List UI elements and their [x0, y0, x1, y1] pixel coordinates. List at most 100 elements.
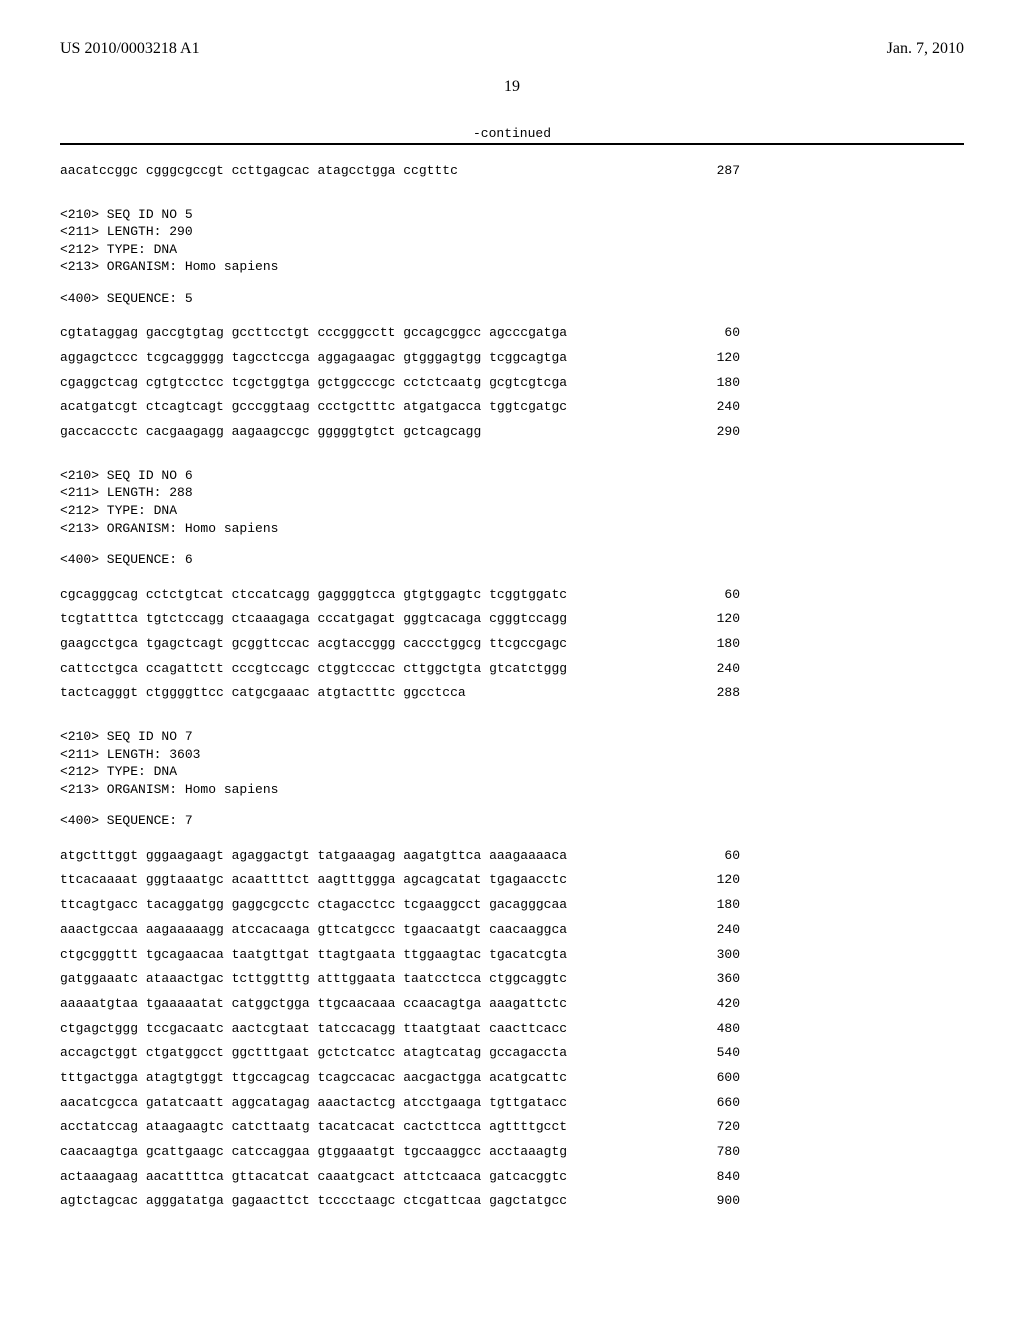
- sequence-text: gaagcctgca tgagctcagt gcggttccac acgtacc…: [60, 632, 567, 657]
- sequence-text: acatgatcgt ctcagtcagt gcccggtaag ccctgct…: [60, 395, 567, 420]
- sequence-header-line: <213> ORGANISM: Homo sapiens: [60, 781, 964, 799]
- sequence-position: 120: [687, 346, 740, 371]
- sequence-position: 120: [687, 607, 740, 632]
- sequence-position: 540: [687, 1041, 740, 1066]
- sequence-text: tactcagggt ctggggttcc catgcgaaac atgtact…: [60, 681, 466, 706]
- sequence-position: 240: [687, 918, 740, 943]
- sequence-text: ctgcgggttt tgcagaacaa taatgttgat ttagtga…: [60, 943, 567, 968]
- sequence-header-line: <212> TYPE: DNA: [60, 502, 964, 520]
- sequence-listing: aacatccggc cgggcgccgt ccttgagcac atagcct…: [60, 159, 964, 1214]
- sequence-position: 180: [687, 371, 740, 396]
- sequence-line: ttcagtgacc tacaggatgg gaggcgcctc ctagacc…: [60, 893, 740, 918]
- sequence-text: cgaggctcag cgtgtcctcc tcgctggtga gctggcc…: [60, 371, 567, 396]
- sequence-position: 240: [687, 395, 740, 420]
- sequence-text: ttcacaaaat gggtaaatgc acaattttct aagtttg…: [60, 868, 567, 893]
- sequence-text: cgtataggag gaccgtgtag gccttcctgt cccgggc…: [60, 321, 567, 346]
- sequence-position: 290: [687, 420, 740, 445]
- sequence-line: ttcacaaaat gggtaaatgc acaattttct aagtttg…: [60, 868, 740, 893]
- sequence-line: atgctttggt gggaagaagt agaggactgt tatgaaa…: [60, 844, 740, 869]
- sequence-position: 288: [687, 681, 740, 706]
- sequence-header-block: <400> SEQUENCE: 7: [60, 812, 964, 830]
- sequence-text: aggagctccc tcgcaggggg tagcctccga aggagaa…: [60, 346, 567, 371]
- sequence-header-line: <213> ORGANISM: Homo sapiens: [60, 520, 964, 538]
- sequence-line: ctgcgggttt tgcagaacaa taatgttgat ttagtga…: [60, 943, 740, 968]
- sequence-text: atgctttggt gggaagaagt agaggactgt tatgaaa…: [60, 844, 567, 869]
- sequence-block: cgcagggcag cctctgtcat ctccatcagg gaggggt…: [60, 583, 964, 706]
- sequence-line: aacatcgcca gatatcaatt aggcatagag aaactac…: [60, 1091, 740, 1116]
- sequence-text: agtctagcac agggatatga gagaacttct tccccta…: [60, 1189, 567, 1214]
- sequence-position: 120: [687, 868, 740, 893]
- sequence-line: agtctagcac agggatatga gagaacttct tccccta…: [60, 1189, 740, 1214]
- publication-number: US 2010/0003218 A1: [60, 40, 200, 58]
- sequence-header-line: <212> TYPE: DNA: [60, 241, 964, 259]
- sequence-line: cgaggctcag cgtgtcctcc tcgctggtga gctggcc…: [60, 371, 740, 396]
- sequence-position: 287: [687, 159, 740, 184]
- sequence-position: 420: [687, 992, 740, 1017]
- sequence-header-block: <210> SEQ ID NO 7<211> LENGTH: 3603<212>…: [60, 728, 964, 798]
- sequence-text: tttgactgga atagtgtggt ttgccagcag tcagcca…: [60, 1066, 567, 1091]
- sequence-header-line: <400> SEQUENCE: 7: [60, 812, 964, 830]
- sequence-line: gatggaaatc ataaactgac tcttggtttg atttgga…: [60, 967, 740, 992]
- sequence-text: ctgagctggg tccgacaatc aactcgtaat tatccac…: [60, 1017, 567, 1042]
- sequence-text: tcgtatttca tgtctccagg ctcaaagaga cccatga…: [60, 607, 567, 632]
- sequence-text: caacaagtga gcattgaagc catccaggaa gtggaaa…: [60, 1140, 567, 1165]
- sequence-line: acatgatcgt ctcagtcagt gcccggtaag ccctgct…: [60, 395, 740, 420]
- sequence-text: aaaaatgtaa tgaaaaatat catggctgga ttgcaac…: [60, 992, 567, 1017]
- sequence-position: 480: [687, 1017, 740, 1042]
- sequence-text: ttcagtgacc tacaggatgg gaggcgcctc ctagacc…: [60, 893, 567, 918]
- sequence-line: gaagcctgca tgagctcagt gcggttccac acgtacc…: [60, 632, 740, 657]
- sequence-header-line: <210> SEQ ID NO 5: [60, 206, 964, 224]
- sequence-position: 180: [687, 632, 740, 657]
- sequence-header-line: <210> SEQ ID NO 7: [60, 728, 964, 746]
- sequence-line: ctgagctggg tccgacaatc aactcgtaat tatccac…: [60, 1017, 740, 1042]
- sequence-line: actaaagaag aacattttca gttacatcat caaatgc…: [60, 1165, 740, 1190]
- sequence-text: gaccaccctc cacgaagagg aagaagccgc gggggtg…: [60, 420, 481, 445]
- sequence-line: acctatccag ataagaagtc catcttaatg tacatca…: [60, 1115, 740, 1140]
- sequence-position: 60: [694, 844, 740, 869]
- page-header: US 2010/0003218 A1 Jan. 7, 2010: [60, 40, 964, 58]
- sequence-header-line: <213> ORGANISM: Homo sapiens: [60, 258, 964, 276]
- sequence-position: 900: [687, 1189, 740, 1214]
- sequence-text: cattcctgca ccagattctt cccgtccagc ctggtcc…: [60, 657, 567, 682]
- sequence-text: gatggaaatc ataaactgac tcttggtttg atttgga…: [60, 967, 567, 992]
- sequence-text: accagctggt ctgatggcct ggctttgaat gctctca…: [60, 1041, 567, 1066]
- sequence-position: 240: [687, 657, 740, 682]
- sequence-header-block: <210> SEQ ID NO 6<211> LENGTH: 288<212> …: [60, 467, 964, 537]
- sequence-position: 840: [687, 1165, 740, 1190]
- sequence-line: cgtataggag gaccgtgtag gccttcctgt cccgggc…: [60, 321, 740, 346]
- sequence-line: aacatccggc cgggcgccgt ccttgagcac atagcct…: [60, 159, 740, 184]
- sequence-position: 600: [687, 1066, 740, 1091]
- publication-date: Jan. 7, 2010: [887, 40, 964, 58]
- sequence-text: aaactgccaa aagaaaaagg atccacaaga gttcatg…: [60, 918, 567, 943]
- sequence-text: cgcagggcag cctctgtcat ctccatcagg gaggggt…: [60, 583, 567, 608]
- sequence-header-line: <211> LENGTH: 290: [60, 223, 964, 241]
- page-number: 19: [60, 78, 964, 96]
- sequence-block: cgtataggag gaccgtgtag gccttcctgt cccgggc…: [60, 321, 964, 444]
- sequence-position: 60: [694, 583, 740, 608]
- sequence-position: 780: [687, 1140, 740, 1165]
- sequence-header-line: <212> TYPE: DNA: [60, 763, 964, 781]
- sequence-header-block: <400> SEQUENCE: 5: [60, 290, 964, 308]
- sequence-position: 180: [687, 893, 740, 918]
- sequence-line: gaccaccctc cacgaagagg aagaagccgc gggggtg…: [60, 420, 740, 445]
- sequence-line: tcgtatttca tgtctccagg ctcaaagaga cccatga…: [60, 607, 740, 632]
- sequence-line: tttgactgga atagtgtggt ttgccagcag tcagcca…: [60, 1066, 740, 1091]
- sequence-header-line: <211> LENGTH: 288: [60, 484, 964, 502]
- sequence-position: 660: [687, 1091, 740, 1116]
- sequence-line: aaaaatgtaa tgaaaaatat catggctgga ttgcaac…: [60, 992, 740, 1017]
- sequence-line: aggagctccc tcgcaggggg tagcctccga aggagaa…: [60, 346, 740, 371]
- sequence-position: 720: [687, 1115, 740, 1140]
- sequence-position: 60: [694, 321, 740, 346]
- sequence-header-line: <211> LENGTH: 3603: [60, 746, 964, 764]
- sequence-line: accagctggt ctgatggcct ggctttgaat gctctca…: [60, 1041, 740, 1066]
- sequence-text: acctatccag ataagaagtc catcttaatg tacatca…: [60, 1115, 567, 1140]
- sequence-header-line: <400> SEQUENCE: 6: [60, 551, 964, 569]
- sequence-header-block: <400> SEQUENCE: 6: [60, 551, 964, 569]
- sequence-position: 300: [687, 943, 740, 968]
- sequence-text: aacatcgcca gatatcaatt aggcatagag aaactac…: [60, 1091, 567, 1116]
- sequence-header-line: <210> SEQ ID NO 6: [60, 467, 964, 485]
- sequence-header-line: <400> SEQUENCE: 5: [60, 290, 964, 308]
- sequence-header-block: <210> SEQ ID NO 5<211> LENGTH: 290<212> …: [60, 206, 964, 276]
- sequence-line: cgcagggcag cctctgtcat ctccatcagg gaggggt…: [60, 583, 740, 608]
- sequence-block: aacatccggc cgggcgccgt ccttgagcac atagcct…: [60, 159, 964, 184]
